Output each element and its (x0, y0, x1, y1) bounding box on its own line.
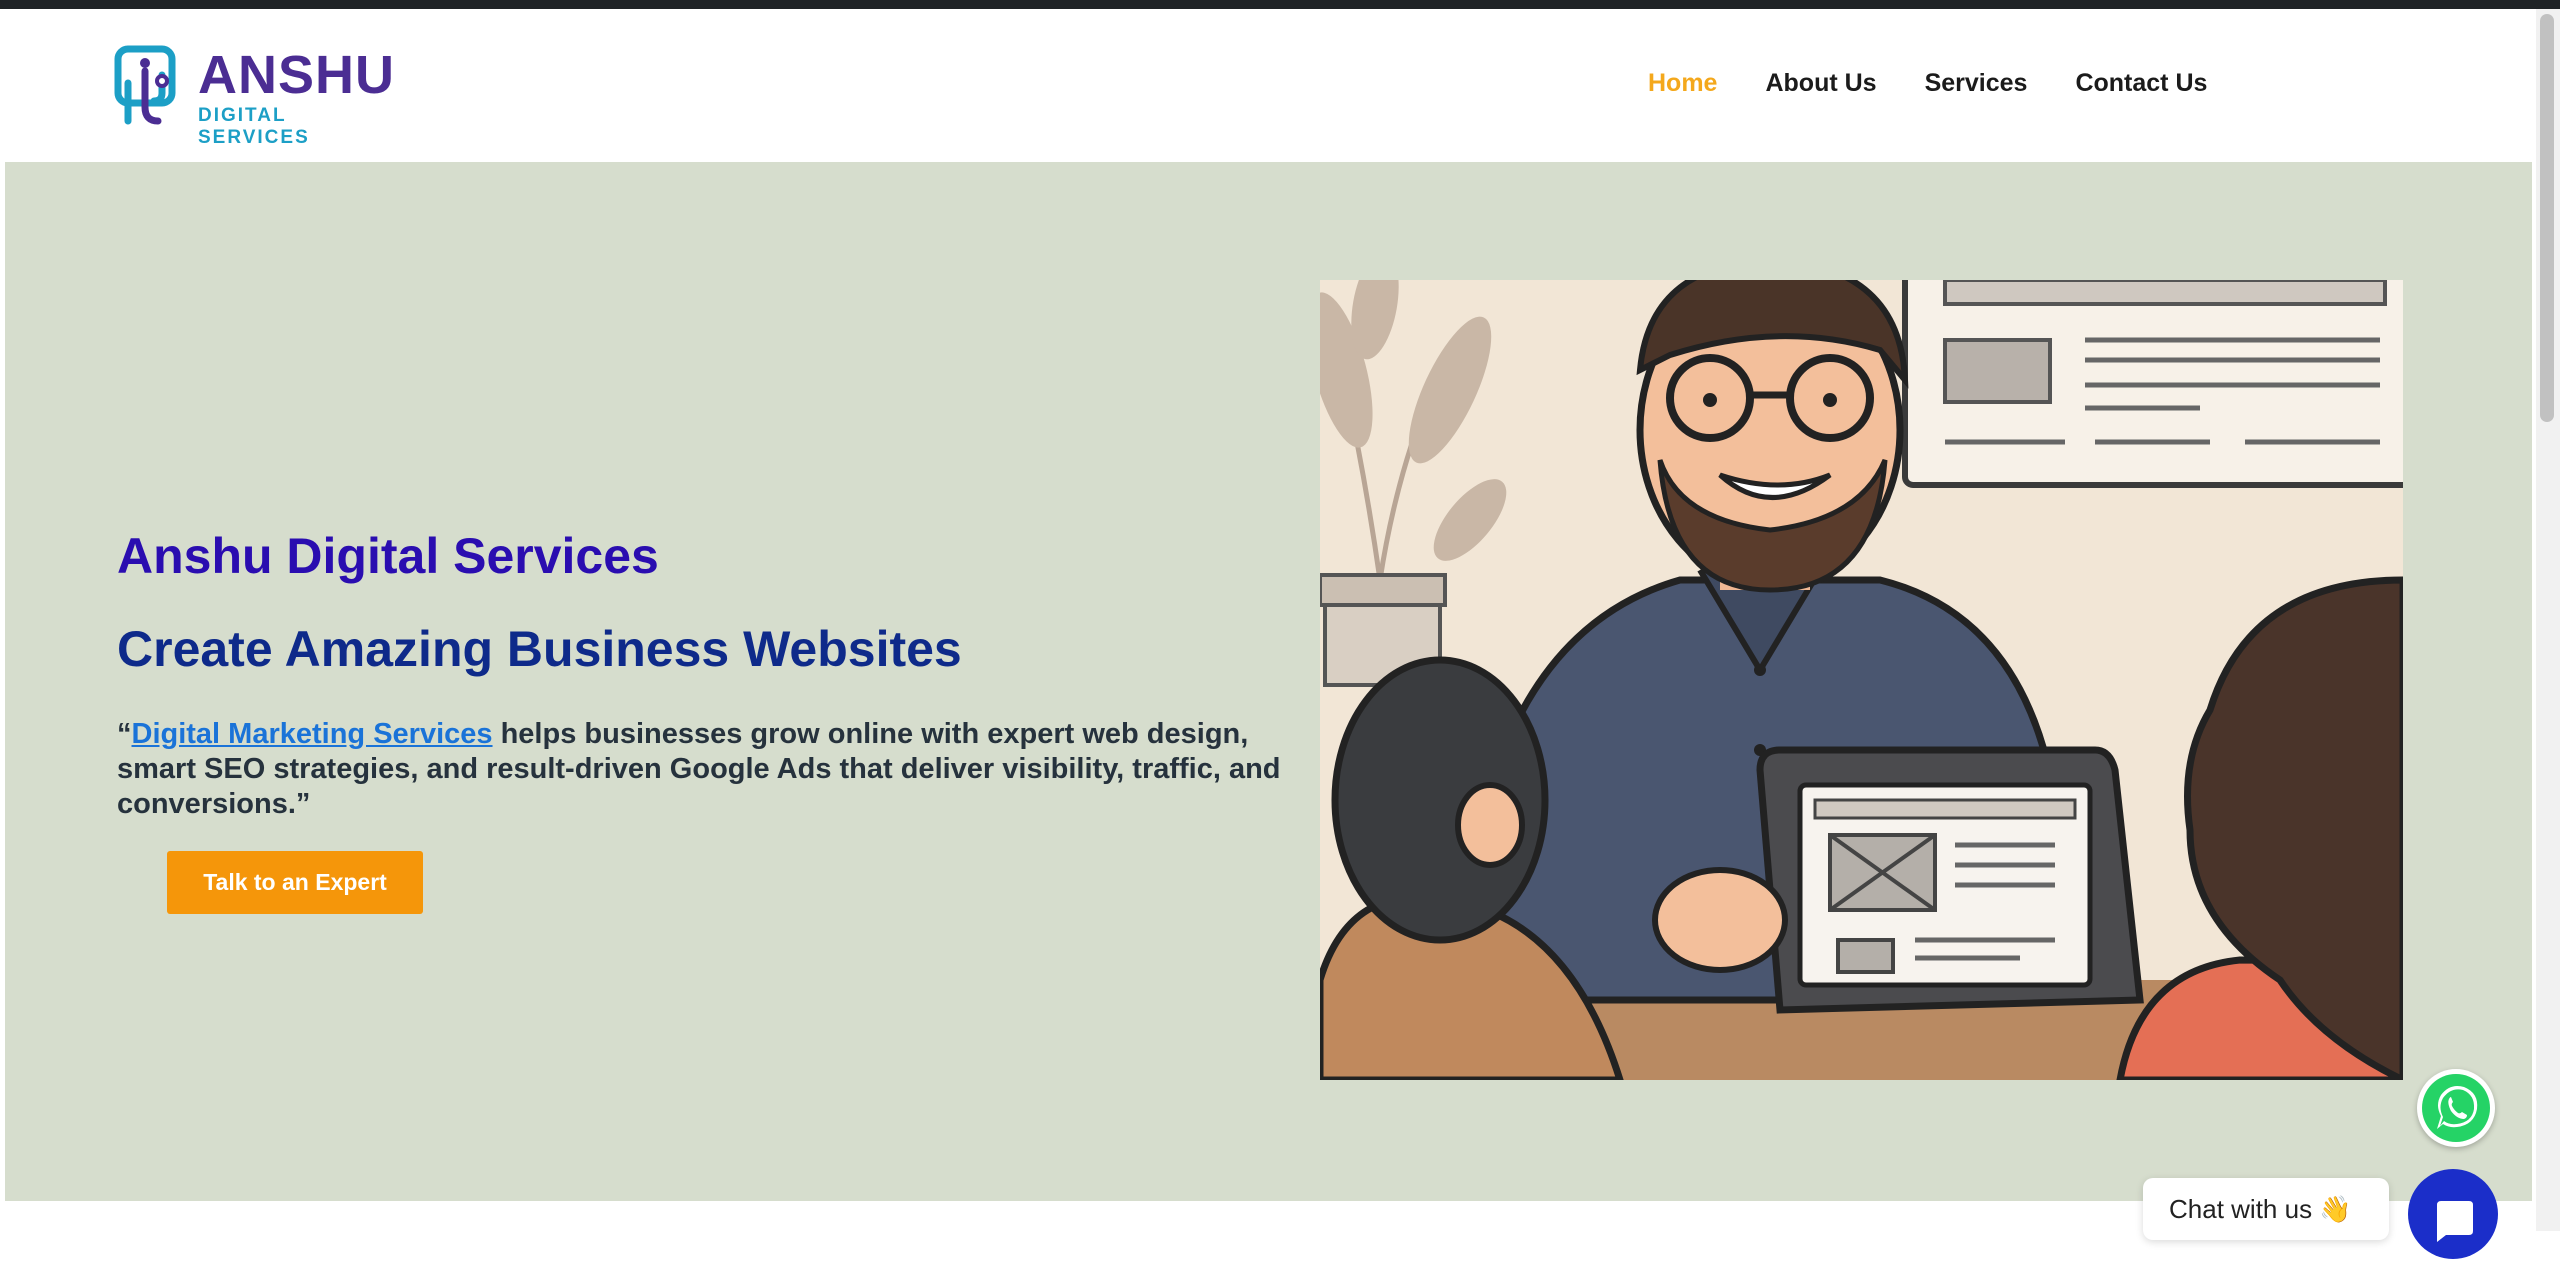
talk-to-expert-button[interactable]: Talk to an Expert (167, 851, 423, 914)
nav-about-us[interactable]: About Us (1765, 69, 1876, 98)
nav-contact-us[interactable]: Contact Us (2075, 69, 2207, 98)
top-bar (0, 0, 2560, 9)
nav-services[interactable]: Services (1925, 69, 2028, 98)
scrollbar-thumb[interactable] (2540, 14, 2554, 422)
wave-emoji: 👋 (2319, 1194, 2352, 1224)
chat-label: Chat with us (2169, 1194, 2313, 1224)
nav-home[interactable]: Home (1648, 69, 1717, 98)
chat-icon (2437, 1201, 2473, 1242)
hero-description: “Digital Marketing Services helps busine… (117, 718, 1281, 820)
site-header: ANSHU DIGITAL SERVICES Home About Us Ser… (0, 9, 2536, 162)
whatsapp-icon (2422, 1074, 2490, 1142)
logo-icon (114, 45, 176, 125)
logo-title: ANSHU (198, 45, 396, 105)
digital-marketing-link[interactable]: Digital Marketing Services (132, 718, 493, 750)
hero-section: Anshu Digital Services Create Amazing Bu… (5, 162, 2532, 1201)
hero-title: Create Amazing Business Websites (117, 621, 962, 677)
site-logo[interactable]: ANSHU DIGITAL SERVICES (110, 35, 400, 148)
whatsapp-button[interactable] (2417, 1069, 2495, 1147)
hero-illustration (1320, 280, 2403, 1080)
logo-tagline: DIGITAL SERVICES (198, 105, 310, 148)
main-nav: Home About Us Services Contact Us (1648, 69, 2255, 98)
hero-brand-heading: Anshu Digital Services (117, 528, 659, 584)
chat-launcher-button[interactable] (2408, 1169, 2498, 1259)
